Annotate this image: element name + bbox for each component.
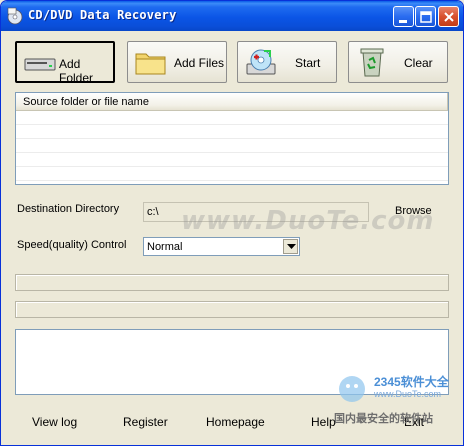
minimize-button[interactable] [393, 6, 414, 27]
progress-bar-1 [15, 274, 449, 291]
source-list-rows [16, 111, 448, 181]
add-files-button[interactable]: Add Files [127, 41, 227, 83]
destination-value: c:\ [147, 206, 159, 218]
chevron-down-icon [287, 244, 296, 249]
maximize-button[interactable] [415, 6, 436, 27]
title-bar[interactable]: CD/DVD Data Recovery [1, 1, 463, 31]
clear-label: Clear [404, 56, 433, 70]
list-row-blank [16, 111, 448, 125]
destination-label: Destination Directory [17, 203, 120, 215]
recycle-bin-icon [360, 48, 384, 77]
start-label: Start [295, 56, 321, 70]
add-folder-label: Add Folder [59, 57, 94, 85]
view-log-button[interactable]: View log [32, 415, 77, 429]
source-column-header[interactable]: Source folder or file name [16, 93, 448, 111]
list-row-blank [16, 125, 448, 139]
site-watermark: 2345软件大全 www.DuoTe.com 国内最安全的软件站 [334, 371, 462, 431]
list-row-blank [16, 139, 448, 153]
maximize-icon [420, 11, 432, 23]
homepage-button[interactable]: Homepage [206, 415, 265, 429]
slogan-watermark-text: 国内最安全的软件站 [334, 413, 433, 425]
list-row-blank [16, 153, 448, 167]
speed-selected-value: Normal [147, 241, 183, 253]
source-column-header-label: Source folder or file name [23, 96, 149, 108]
url-watermark-text: www.DuoTe.com [374, 389, 442, 399]
start-button[interactable]: Start [237, 41, 337, 83]
folder-icon [135, 53, 166, 75]
minimize-icon [399, 20, 407, 23]
add-folder-button[interactable]: Add Folder [15, 41, 115, 85]
list-row-blank [16, 167, 448, 181]
source-list[interactable]: Source folder or file name [15, 92, 449, 185]
close-icon [444, 12, 454, 22]
window-title: CD/DVD Data Recovery [28, 8, 177, 22]
disc-app-icon [7, 7, 23, 25]
register-button[interactable]: Register [123, 415, 168, 429]
speed-select[interactable]: Normal [143, 237, 300, 256]
duote-watermark: www.DuoTe.com [181, 206, 435, 236]
drive-icon [24, 58, 56, 71]
app-window: CD/DVD Data Recovery Add Folder Add File… [0, 0, 464, 446]
clear-button[interactable]: Clear [348, 41, 448, 83]
speed-dropdown-arrow[interactable] [283, 239, 298, 254]
brand-watermark-text: 2345软件大全 [374, 375, 449, 389]
help-button[interactable]: Help [311, 415, 336, 429]
speed-label: Speed(quality) Control [17, 239, 127, 251]
progress-bar-2 [15, 301, 449, 318]
close-button[interactable] [438, 6, 459, 27]
add-files-label: Add Files [174, 56, 225, 70]
disc-recover-icon [246, 49, 276, 75]
mascot-icon [339, 376, 365, 402]
